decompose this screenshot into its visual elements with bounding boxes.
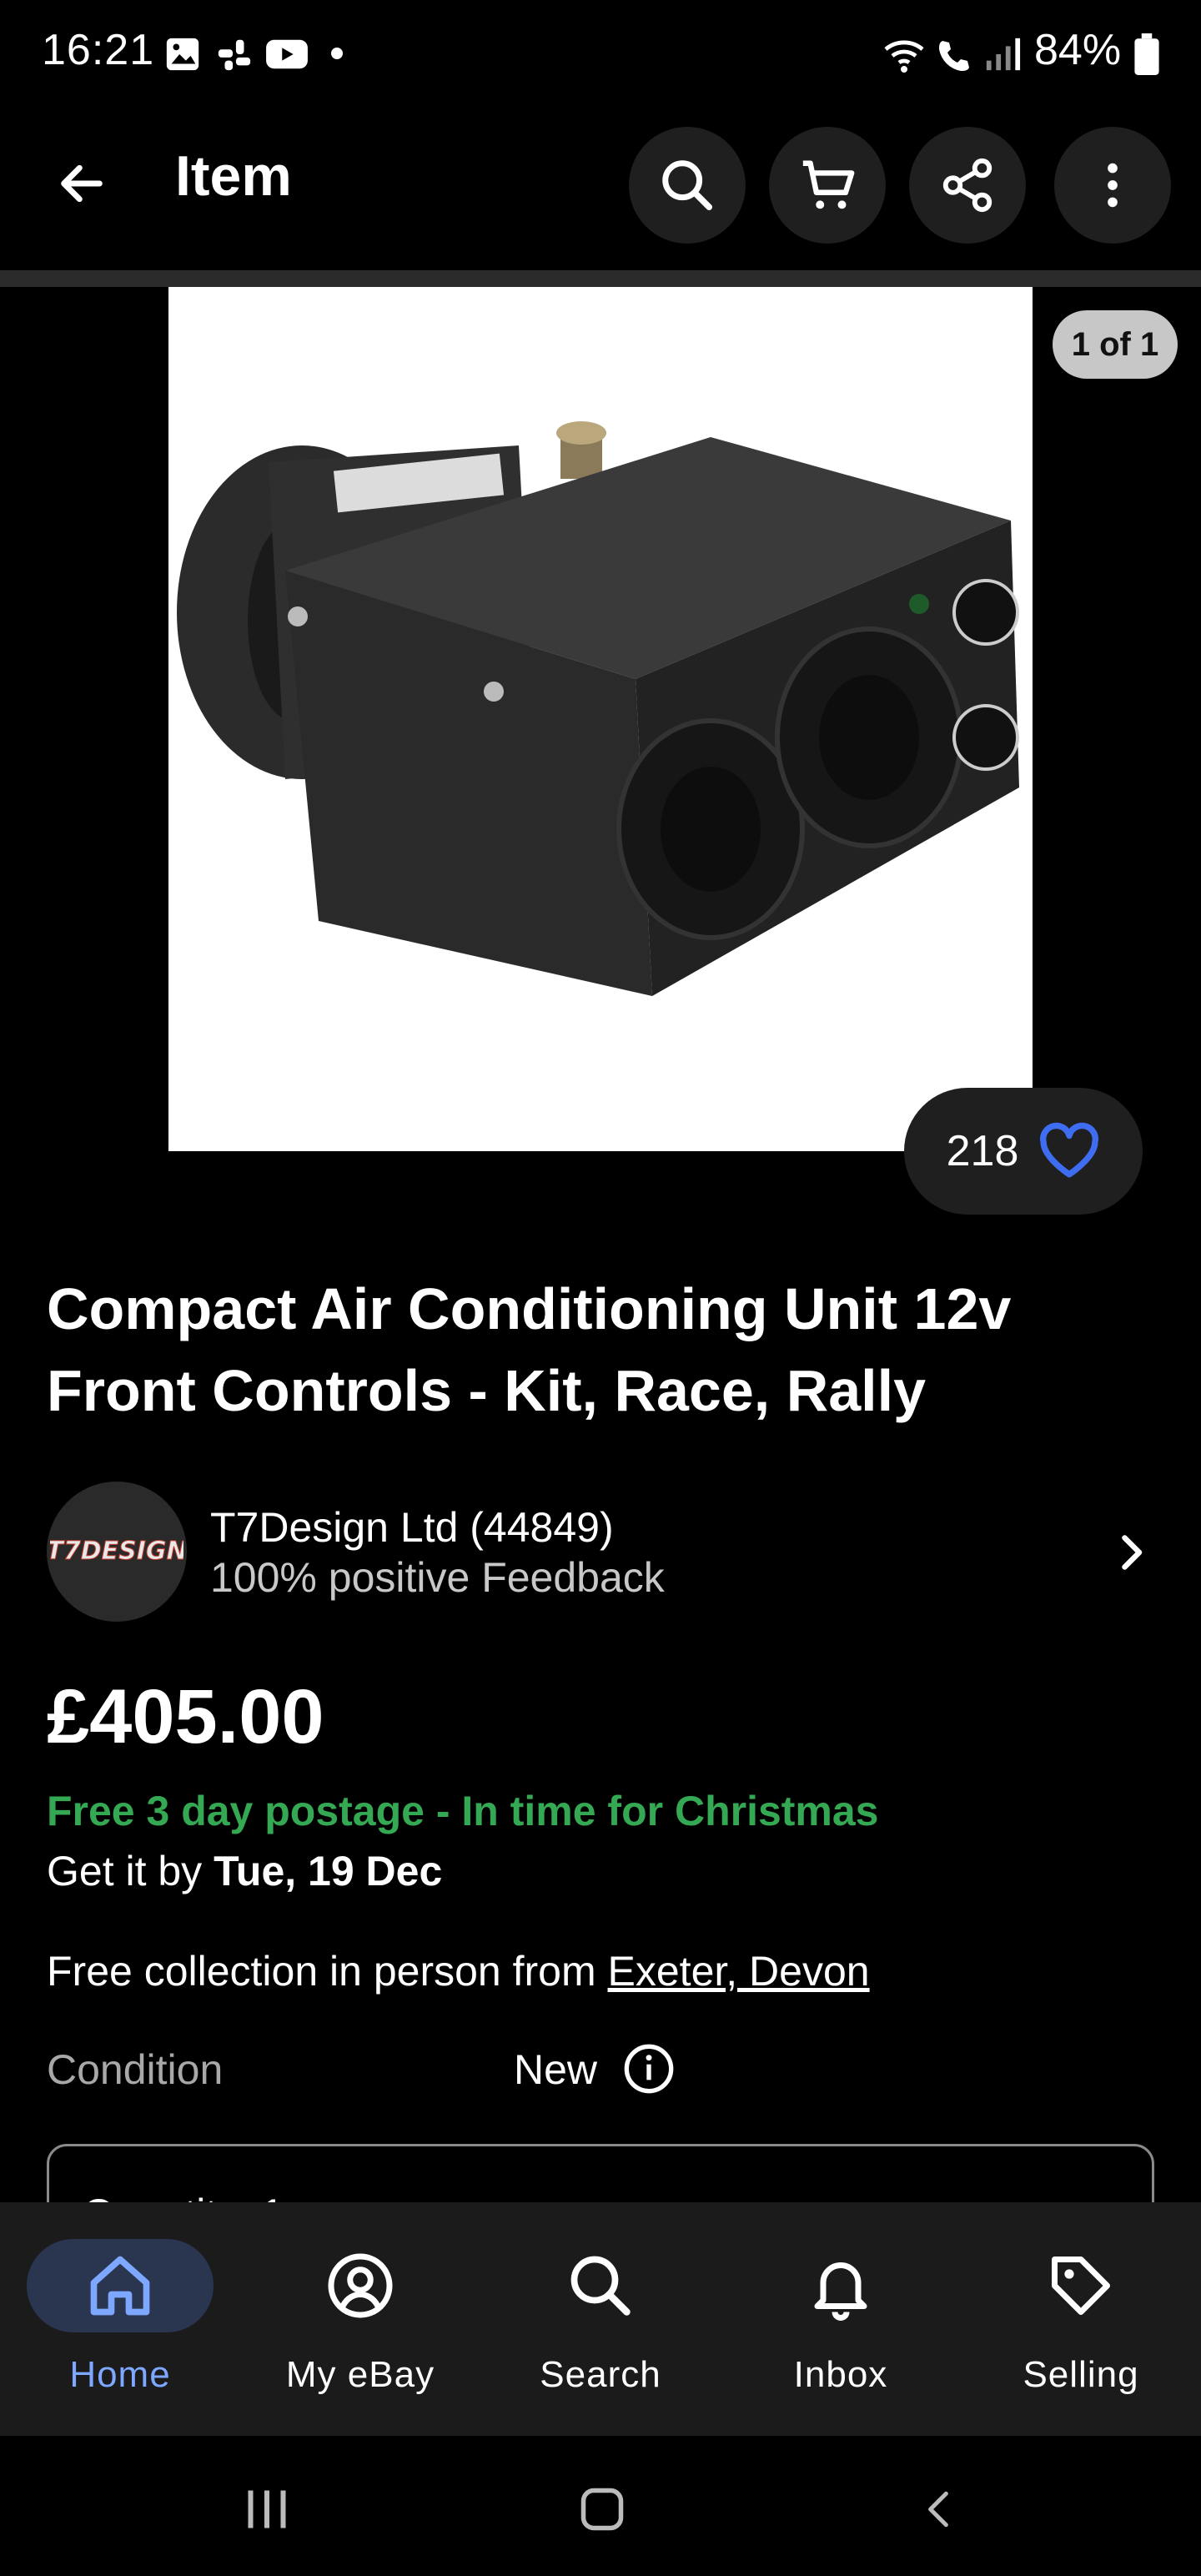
search-icon [662, 160, 713, 211]
home-square-icon [580, 2488, 624, 2531]
search-button[interactable] [629, 127, 746, 244]
item-price: £405.00 [47, 1674, 324, 1759]
notification-dot-icon [331, 48, 343, 59]
nav-search-icon-wrap [507, 2239, 694, 2332]
nav-search-label: Search [540, 2354, 661, 2395]
back-arrow-icon [61, 164, 103, 203]
seller-feedback: 100% positive Feedback [210, 1554, 665, 1601]
bottom-nav: Home My eBay Search Inbox Selling [0, 2202, 1201, 2436]
bell-icon [814, 2262, 867, 2321]
condition-label: Condition [47, 2046, 224, 2093]
nav-inbox-icon-wrap [747, 2239, 934, 2332]
divider [0, 270, 1201, 287]
nav-home-label: Home [69, 2354, 171, 2395]
battery-icon [1134, 33, 1159, 75]
battery-percent: 84% [1034, 26, 1122, 74]
cart-button[interactable] [769, 127, 886, 244]
collection-prefix: Free collection in person from [47, 1948, 608, 1995]
nav-selling-icon-wrap [987, 2239, 1174, 2332]
signal-icon [986, 38, 1021, 71]
account-icon [328, 2253, 393, 2318]
nav-inbox[interactable]: Inbox [721, 2202, 961, 2436]
share-button[interactable] [909, 127, 1026, 244]
back-button[interactable] [47, 148, 117, 219]
watch-count: 218 [946, 1127, 1019, 1175]
nav-my-ebay-icon-wrap [267, 2239, 454, 2332]
air-conditioning-unit-image [177, 421, 1019, 996]
collection-location-link[interactable]: Exeter, Devon [608, 1948, 870, 1995]
image-counter: 1 of 1 [1053, 310, 1178, 379]
status-time: 16:21 [42, 26, 155, 74]
home-system-button[interactable] [552, 2476, 652, 2543]
seller-avatar: T7DESIGN [47, 1482, 187, 1622]
app-bar: Item [0, 117, 1201, 267]
status-bar: 16:21 84% [0, 0, 1201, 107]
nav-selling[interactable]: Selling [961, 2202, 1201, 2436]
delivery-prefix: Get it by [47, 1848, 214, 1894]
nav-search[interactable]: Search [480, 2202, 721, 2436]
item-title: Compact Air Conditioning Unit 12v Front … [47, 1276, 1012, 1423]
product-image[interactable] [168, 287, 1033, 1151]
svg-text:T7DESIGN: T7DESIGN [50, 1537, 183, 1566]
gallery-icon [166, 38, 199, 71]
collection-info: Free collection in person from Exeter, D… [47, 1947, 870, 1995]
watch-button[interactable]: 218 [904, 1088, 1143, 1215]
nav-home-indicator [27, 2239, 214, 2332]
seller-logo: T7DESIGN [50, 1537, 183, 1567]
wifi-calling-icon [884, 40, 924, 73]
recents-button[interactable] [217, 2476, 317, 2543]
back-chevron-icon [928, 2491, 948, 2528]
back-system-button[interactable] [889, 2476, 989, 2543]
system-nav-bar [0, 2436, 1201, 2576]
more-options-button[interactable] [1054, 127, 1171, 244]
nav-my-ebay[interactable]: My eBay [240, 2202, 480, 2436]
nav-my-ebay-label: My eBay [285, 2354, 435, 2395]
seller-name: T7Design Ltd (44849) [210, 1504, 614, 1551]
youtube-icon [266, 39, 308, 69]
heart-icon [1040, 1122, 1099, 1178]
nav-inbox-label: Inbox [793, 2354, 888, 2395]
home-icon [90, 2256, 150, 2316]
share-icon [942, 158, 992, 213]
more-vert-icon [1108, 163, 1118, 208]
delivery-estimate: Get it by Tue, 19 Dec [47, 1847, 442, 1895]
seller-row[interactable]: T7DESIGN T7Design Ltd (44849) 100% posit… [47, 1482, 1164, 1623]
call-icon [939, 41, 969, 71]
postage-info: Free 3 day postage - In time for Christm… [47, 1788, 879, 1834]
slack-icon [218, 39, 251, 71]
recents-icon [248, 2490, 286, 2528]
info-icon[interactable] [622, 2042, 676, 2096]
nav-selling-label: Selling [1023, 2354, 1139, 2395]
tag-icon [1052, 2257, 1110, 2315]
chevron-right-icon [1122, 1535, 1143, 1570]
cart-icon [802, 160, 855, 209]
search-icon [570, 2256, 631, 2316]
condition-value: New [514, 2046, 598, 2093]
delivery-date: Tue, 19 Dec [214, 1848, 443, 1894]
nav-home[interactable]: Home [0, 2202, 240, 2436]
page-title: Item [175, 144, 292, 208]
